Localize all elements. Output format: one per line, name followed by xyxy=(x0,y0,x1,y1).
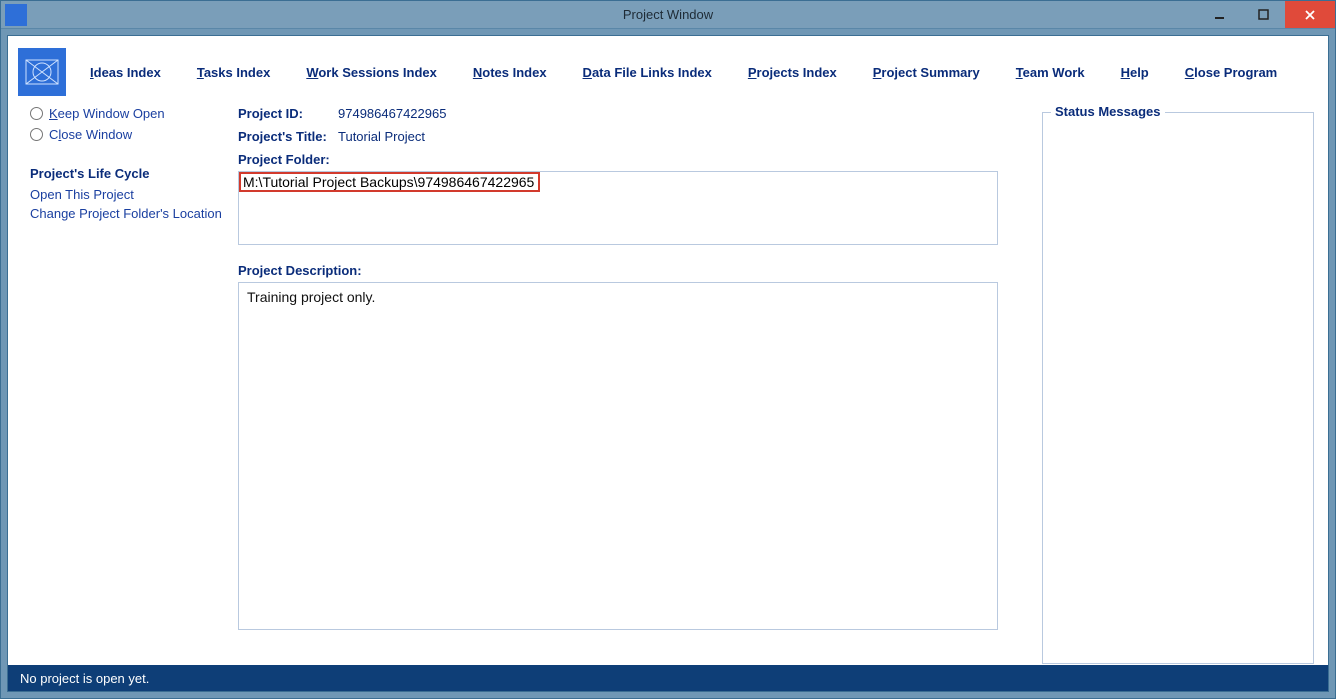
menu-work-sessions-index[interactable]: Work Sessions Index xyxy=(306,65,437,80)
app-logo xyxy=(18,48,66,96)
client-area: Ideas Index Tasks Index Work Sessions In… xyxy=(7,35,1329,692)
radio-keep-window-open-input[interactable] xyxy=(30,107,43,120)
right-panel: Status Messages xyxy=(1042,106,1328,665)
menu-ideas-index[interactable]: Ideas Index xyxy=(90,65,161,80)
statusbar: No project is open yet. xyxy=(8,665,1328,691)
value-project-id: 974986467422965 xyxy=(338,106,446,121)
project-description-text: Training project only. xyxy=(247,289,375,305)
radio-keep-window-open[interactable]: Keep Window Open xyxy=(30,106,230,121)
window-title: Project Window xyxy=(1,7,1335,22)
radio-close-window-input[interactable] xyxy=(30,128,43,141)
project-folder-path: M:\Tutorial Project Backups\974986467422… xyxy=(241,174,538,190)
label-project-description: Project Description: xyxy=(238,263,1016,278)
status-messages-title: Status Messages xyxy=(1051,104,1165,119)
center-panel: Project ID: 974986467422965 Project's Ti… xyxy=(238,106,1042,665)
menu-close-program[interactable]: Close Program xyxy=(1185,65,1277,80)
value-project-title: Tutorial Project xyxy=(338,129,425,144)
radio-keep-window-open-label: Keep Window Open xyxy=(49,106,165,121)
link-change-project-folder-location[interactable]: Change Project Folder's Location xyxy=(30,206,230,221)
menu-help[interactable]: Help xyxy=(1121,65,1149,80)
project-description-field[interactable]: Training project only. xyxy=(238,282,998,630)
link-open-this-project[interactable]: Open This Project xyxy=(30,187,230,202)
row-project-id: Project ID: 974986467422965 xyxy=(238,106,1016,121)
status-messages-group: Status Messages xyxy=(1042,112,1314,664)
menubar: Ideas Index Tasks Index Work Sessions In… xyxy=(8,36,1328,106)
menu-team-work[interactable]: Team Work xyxy=(1016,65,1085,80)
titlebar: Project Window xyxy=(1,1,1335,29)
menu-notes-index[interactable]: Notes Index xyxy=(473,65,547,80)
project-folder-field[interactable]: M:\Tutorial Project Backups\974986467422… xyxy=(238,171,998,245)
label-project-id: Project ID: xyxy=(238,106,338,121)
lifecycle-heading: Project's Life Cycle xyxy=(30,166,230,181)
label-project-folder: Project Folder: xyxy=(238,152,1016,167)
app-window: Project Window xyxy=(0,0,1336,699)
body: Keep Window Open Close Window Project's … xyxy=(8,106,1328,665)
label-project-title: Project's Title: xyxy=(238,129,338,144)
menu-data-file-links-index[interactable]: Data File Links Index xyxy=(583,65,712,80)
menu-projects-index[interactable]: Projects Index xyxy=(748,65,837,80)
status-text: No project is open yet. xyxy=(20,671,149,686)
left-panel: Keep Window Open Close Window Project's … xyxy=(8,106,238,665)
radio-close-window-label: Close Window xyxy=(49,127,132,142)
menu-items: Ideas Index Tasks Index Work Sessions In… xyxy=(90,65,1277,80)
logo-icon xyxy=(22,52,62,92)
menu-project-summary[interactable]: Project Summary xyxy=(873,65,980,80)
row-project-title: Project's Title: Tutorial Project xyxy=(238,129,1016,144)
menu-tasks-index[interactable]: Tasks Index xyxy=(197,65,270,80)
radio-close-window[interactable]: Close Window xyxy=(30,127,230,142)
